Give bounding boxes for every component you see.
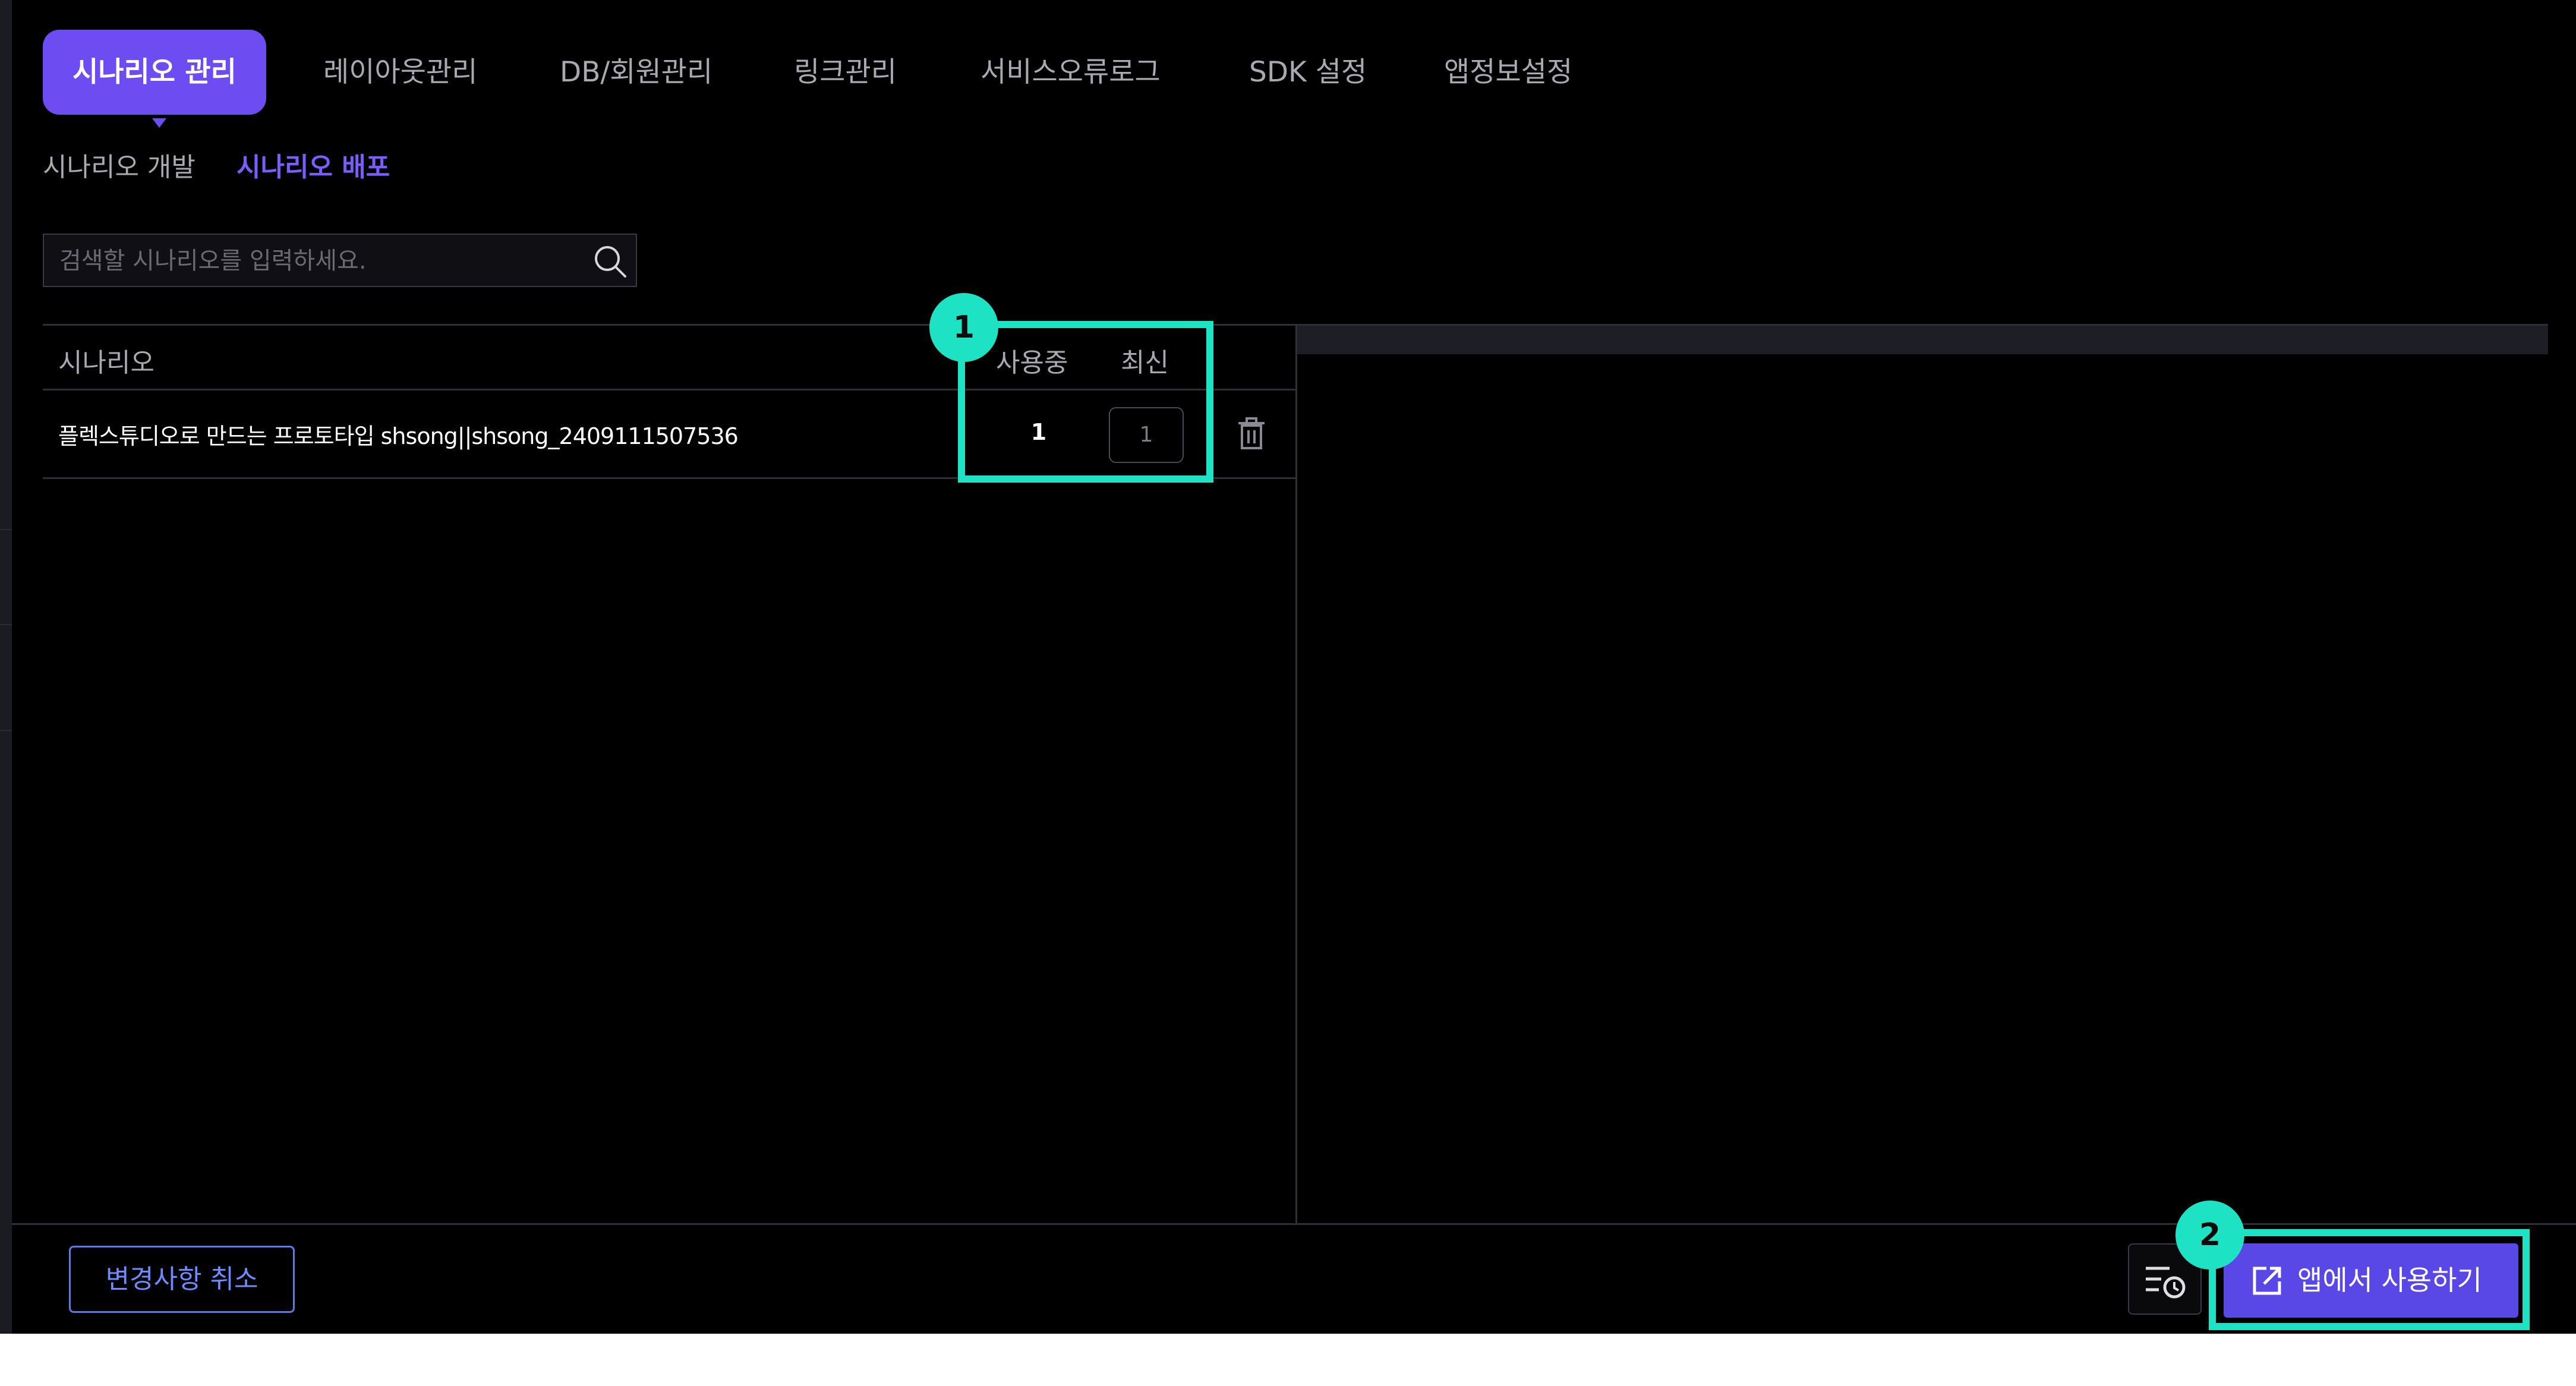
panel-divider xyxy=(1295,324,1297,1223)
callout-2-highlight xyxy=(2209,1229,2530,1330)
scenario-name[interactable]: 플렉스튜디오로 만드는 프로토타입 shsong||shsong_2409111… xyxy=(58,418,739,451)
app-root: 시나리오 관리 레이아웃관리 DB/회원관리 링크관리 서비스오류로그 SDK … xyxy=(0,0,2576,1386)
tab-db-member-management[interactable]: DB/회원관리 xyxy=(560,30,712,115)
callout-2-badge: 2 xyxy=(2175,1201,2244,1270)
callout-1-highlight xyxy=(958,321,1213,483)
tab-sdk-settings[interactable]: SDK 설정 xyxy=(1249,30,1367,115)
active-tab-indicator xyxy=(152,118,166,128)
main-panel: 시나리오 관리 레이아웃관리 DB/회원관리 링크관리 서비스오류로그 SDK … xyxy=(0,0,2576,1334)
left-edge-mark xyxy=(0,529,12,530)
search-input[interactable] xyxy=(58,235,584,287)
left-edge-mark xyxy=(0,730,12,731)
tab-link-management[interactable]: 링크관리 xyxy=(794,30,897,115)
tab-app-info-settings[interactable]: 앱정보설정 xyxy=(1444,30,1572,115)
tab-scenario-management[interactable]: 시나리오 관리 xyxy=(43,30,266,115)
tab-service-error-log[interactable]: 서비스오류로그 xyxy=(980,30,1161,115)
trash-icon[interactable] xyxy=(1235,416,1268,452)
left-edge-mark xyxy=(0,624,12,625)
tab-layout-management[interactable]: 레이아웃관리 xyxy=(323,30,477,115)
search-icon[interactable] xyxy=(592,243,628,279)
cancel-changes-button[interactable]: 변경사항 취소 xyxy=(69,1246,295,1313)
column-header-scenario: 시나리오 xyxy=(58,348,155,378)
right-panel-header xyxy=(1297,326,2548,354)
history-icon xyxy=(2146,1267,2186,1299)
callout-1-badge: 1 xyxy=(929,293,998,362)
subtab-scenario-deployment[interactable]: 시나리오 배포 xyxy=(237,146,390,184)
subtab-scenario-development[interactable]: 시나리오 개발 xyxy=(43,146,196,184)
search-box xyxy=(43,234,637,287)
left-edge-bar xyxy=(0,0,12,1334)
